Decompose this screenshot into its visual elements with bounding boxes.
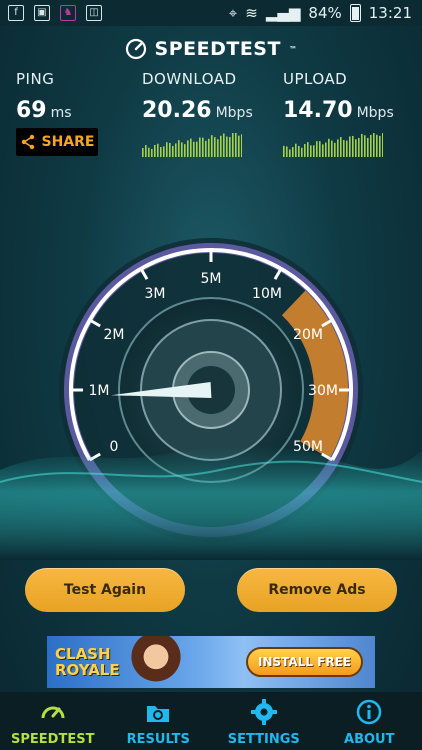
gauge-tick-label-2: 2M: [104, 327, 125, 343]
speed-gauge: 01M2M3M5M10M20M30M50M: [0, 238, 422, 560]
app-icon: ♞: [60, 5, 76, 21]
test-again-button[interactable]: Test Again: [25, 568, 185, 612]
clock: 13:21: [368, 4, 412, 22]
upload-stat: UPLOAD 14.70 Mbps: [283, 70, 394, 161]
nav-label-results: RESULTS: [126, 732, 190, 747]
gauge-tick-label-5: 10M: [252, 286, 282, 302]
ad-install-button[interactable]: INSTALL FREE: [246, 647, 363, 677]
ping-unit: ms: [50, 105, 72, 121]
upload-value: 14.70: [283, 98, 353, 123]
image-icon: ▣: [34, 5, 50, 21]
location-icon: ⌖: [228, 4, 238, 22]
bottom-navigation: SPEEDTEST RESULTS SETTINGS ABOUT: [0, 692, 422, 750]
folder-icon: [147, 706, 170, 722]
ad-brand-line2: ROYALE: [55, 661, 120, 679]
gauge-tick-label-0: 0: [110, 439, 119, 455]
ping-value: 69: [16, 98, 47, 123]
upload-label: UPLOAD: [283, 70, 348, 88]
gauge-tick-label-3: 3M: [145, 286, 166, 302]
nav-label-settings: SETTINGS: [227, 732, 300, 747]
ad-character-image: [129, 636, 182, 688]
share-icon: [21, 134, 34, 150]
gear-icon: [250, 699, 277, 725]
gauge-icon: [41, 706, 65, 719]
download-unit: Mbps: [215, 105, 253, 121]
screenshot-icon: ◫: [86, 5, 102, 21]
app-header: SPEEDTEST ™: [0, 38, 422, 64]
gauge-tick-label-6: 20M: [293, 327, 323, 343]
upload-graph: [283, 131, 384, 157]
ad-brand-line1: CLASH: [55, 645, 111, 663]
ping-stat: PING 69 ms: [16, 70, 72, 123]
battery-icon: [349, 4, 361, 22]
nav-speedtest[interactable]: SPEEDTEST: [0, 692, 106, 750]
ping-label: PING: [16, 70, 55, 88]
share-label: SHARE: [41, 134, 95, 150]
nav-results[interactable]: RESULTS: [106, 692, 212, 750]
nav-about[interactable]: ABOUT: [317, 692, 422, 750]
ad-logo: CLASH ROYALE: [55, 646, 120, 678]
download-stat: DOWNLOAD 20.26 Mbps: [142, 70, 253, 161]
speedometer-logo-icon: [125, 38, 146, 60]
ad-banner[interactable]: CLASH ROYALE INSTALL FREE: [47, 636, 375, 688]
gauge-tick-label-4: 5M: [201, 271, 222, 287]
status-bar: f ▣ ♞ ◫ ⌖ ≋ ▂▄▆ 84% 13:21: [0, 0, 422, 26]
gauge-tick-label-1: 1M: [89, 383, 110, 399]
battery-level: 84%: [308, 4, 342, 22]
nav-label-about: ABOUT: [344, 732, 395, 747]
download-value: 20.26: [142, 98, 212, 123]
nav-settings[interactable]: SETTINGS: [211, 692, 317, 750]
upload-unit: Mbps: [356, 105, 394, 121]
download-graph: [142, 132, 243, 157]
app-title: SPEEDTEST: [154, 38, 281, 60]
remove-ads-button[interactable]: Remove Ads: [237, 568, 397, 612]
signal-icon: ▂▄▆: [265, 4, 301, 22]
gauge-tick-label-7: 30M: [308, 383, 338, 399]
facebook-icon: f: [8, 5, 24, 21]
download-label: DOWNLOAD: [142, 70, 237, 88]
nav-label-speedtest: SPEEDTEST: [11, 732, 95, 747]
info-icon: [357, 699, 382, 725]
wifi-icon: ≋: [245, 4, 258, 22]
share-button[interactable]: SHARE: [16, 128, 98, 156]
